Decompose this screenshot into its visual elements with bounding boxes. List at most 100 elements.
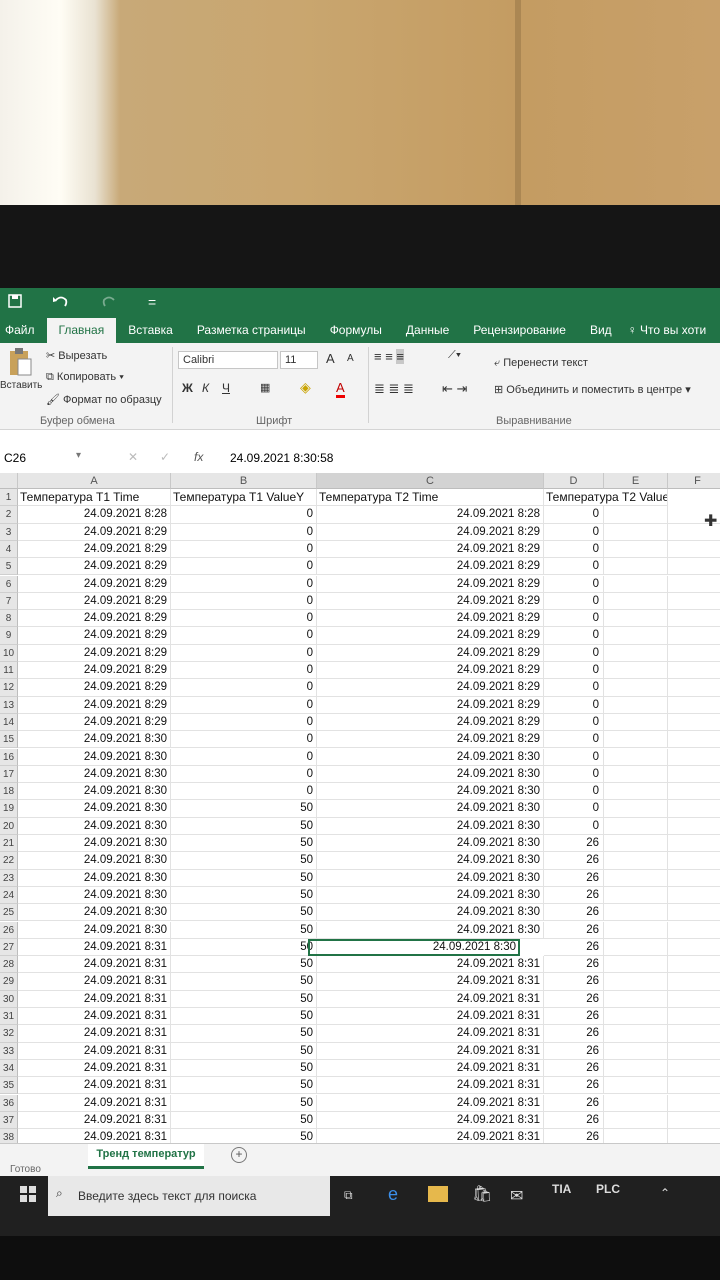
cell-e[interactable] [604, 956, 668, 974]
cell-a[interactable]: 24.09.2021 8:29 [18, 575, 171, 593]
cell-c[interactable]: 24.09.2021 8:29 [317, 540, 544, 559]
row-header[interactable]: 20 [0, 817, 18, 835]
cell-c[interactable]: 24.09.2021 8:31 [317, 1111, 544, 1130]
cell-e[interactable] [604, 523, 668, 541]
cell-c[interactable]: 24.09.2021 8:30 [317, 869, 544, 887]
column-header-d[interactable]: D [544, 473, 604, 489]
cell-a[interactable]: 24.09.2021 8:29 [18, 558, 171, 576]
cell-f[interactable] [668, 749, 720, 766]
enter-icon[interactable]: ✓ [160, 450, 170, 464]
cell-b[interactable]: 50 [171, 1129, 317, 1143]
cell-c[interactable]: 24.09.2021 8:31 [317, 990, 544, 1008]
cell-f[interactable] [668, 627, 720, 645]
cell-f[interactable] [668, 662, 720, 680]
add-sheet-icon[interactable]: + [231, 1147, 247, 1163]
row-header[interactable]: 23 [0, 869, 18, 887]
header-cell-b[interactable]: Температура T1 ValueY [171, 489, 317, 507]
cell-c[interactable]: 24.09.2021 8:31 [317, 973, 544, 991]
cell-b[interactable]: 0 [171, 765, 317, 784]
save-icon[interactable] [8, 293, 22, 311]
cell-f[interactable] [668, 679, 720, 697]
cell-f[interactable] [668, 1095, 720, 1112]
cell-e[interactable] [604, 1025, 668, 1043]
cell-e[interactable] [604, 1008, 668, 1026]
cell-c[interactable]: 24.09.2021 8:30 [317, 852, 544, 870]
taskbar-search[interactable]: ⌕ Введите здесь текст для поиска [48, 1176, 330, 1216]
cell-d[interactable]: 26 [544, 886, 604, 905]
cell-f[interactable] [668, 800, 720, 818]
cell-f[interactable] [668, 1025, 720, 1043]
cell-e[interactable] [604, 817, 668, 835]
cell-a[interactable]: 24.09.2021 8:29 [18, 662, 171, 680]
row-header[interactable]: 26 [0, 921, 18, 939]
copy-button[interactable]: ⧉ Копировать ▾ [46, 371, 124, 384]
cell-d[interactable]: 26 [544, 835, 604, 853]
wrap-text-button[interactable]: ⤶ Перенести текст [494, 357, 588, 370]
cell-a[interactable]: 24.09.2021 8:31 [18, 1094, 171, 1112]
cell-a[interactable]: 24.09.2021 8:30 [18, 921, 171, 939]
cancel-icon[interactable]: ✕ [128, 450, 138, 464]
cell-c[interactable]: 24.09.2021 8:31 [317, 1059, 544, 1078]
tia-portal-icon[interactable]: TIA [552, 1182, 571, 1196]
row-header[interactable]: 19 [0, 800, 18, 818]
cell-f[interactable] [668, 887, 720, 905]
cell-c[interactable]: 24.09.2021 8:31 [317, 1077, 544, 1095]
cell-c[interactable]: 24.09.2021 8:29 [317, 610, 544, 628]
cell-d[interactable]: 26 [544, 1111, 604, 1130]
cell-b[interactable]: 0 [171, 783, 317, 801]
task-view-icon[interactable]: ⧉ [344, 1188, 353, 1203]
row-header[interactable]: 32 [0, 1025, 18, 1043]
paste-button[interactable]: Вставить [0, 347, 42, 391]
row-header[interactable]: 28 [0, 956, 18, 974]
cell-b[interactable]: 0 [171, 696, 317, 714]
cell-d[interactable]: 26 [544, 1094, 604, 1112]
cell-d[interactable]: 0 [544, 696, 604, 714]
cell-c[interactable]: 24.09.2021 8:31 [317, 1094, 544, 1112]
align-left-icon[interactable]: ≣ ≣ ≣ [374, 381, 414, 397]
cell-a[interactable]: 24.09.2021 8:29 [18, 540, 171, 559]
font-color-button[interactable]: А [336, 380, 345, 398]
cell-a[interactable]: 24.09.2021 8:30 [18, 886, 171, 905]
cell-e[interactable] [604, 921, 668, 939]
cell-f[interactable] [668, 610, 720, 628]
cell-f[interactable] [668, 576, 720, 593]
cell-d[interactable]: 0 [544, 731, 604, 749]
cell-a[interactable]: 24.09.2021 8:30 [18, 765, 171, 784]
bold-button[interactable]: Ж [182, 381, 193, 395]
cell-f[interactable] [668, 731, 720, 749]
cell-b[interactable]: 50 [171, 1008, 317, 1026]
cell-b[interactable]: 0 [171, 644, 317, 662]
cell-e[interactable] [604, 852, 668, 870]
chevron-down-icon[interactable]: ▾ [76, 450, 81, 461]
cell-f[interactable] [668, 697, 720, 714]
cell-d[interactable]: 26 [544, 852, 604, 870]
cell-e[interactable] [604, 731, 668, 749]
cell-c[interactable]: 24.09.2021 8:29 [317, 644, 544, 662]
cell-e[interactable] [604, 800, 668, 818]
cell-c[interactable]: 24.09.2021 8:29 [317, 558, 544, 576]
cell-e[interactable] [604, 558, 668, 576]
cell-a[interactable]: 24.09.2021 8:29 [18, 627, 171, 645]
plc-sim-icon[interactable]: PLC [596, 1182, 620, 1196]
cell-e[interactable] [604, 1111, 668, 1130]
cell-a[interactable]: 24.09.2021 8:29 [18, 610, 171, 628]
cell-c[interactable]: 24.09.2021 8:30 [317, 800, 544, 818]
cell-d[interactable]: 26 [544, 990, 604, 1008]
cell-a[interactable]: 24.09.2021 8:28 [18, 506, 171, 524]
cell-b[interactable]: 50 [171, 1111, 317, 1130]
cell-d[interactable]: 26 [544, 921, 604, 939]
cell-d[interactable]: 0 [544, 713, 604, 732]
cell-d[interactable]: 0 [544, 748, 604, 766]
cell-b[interactable]: 50 [171, 973, 317, 991]
cell-b[interactable]: 0 [171, 731, 317, 749]
cell-a[interactable]: 24.09.2021 8:30 [18, 783, 171, 801]
cell-e[interactable] [604, 1077, 668, 1095]
cell-e[interactable] [604, 575, 668, 593]
row-header[interactable]: 36 [0, 1094, 18, 1112]
cell-b[interactable]: 0 [171, 523, 317, 541]
row-header[interactable]: 37 [0, 1111, 18, 1130]
cell-a[interactable]: 24.09.2021 8:30 [18, 852, 171, 870]
row-header[interactable]: 17 [0, 765, 18, 784]
cell-f[interactable] [668, 904, 720, 922]
cell-f[interactable] [668, 852, 720, 870]
